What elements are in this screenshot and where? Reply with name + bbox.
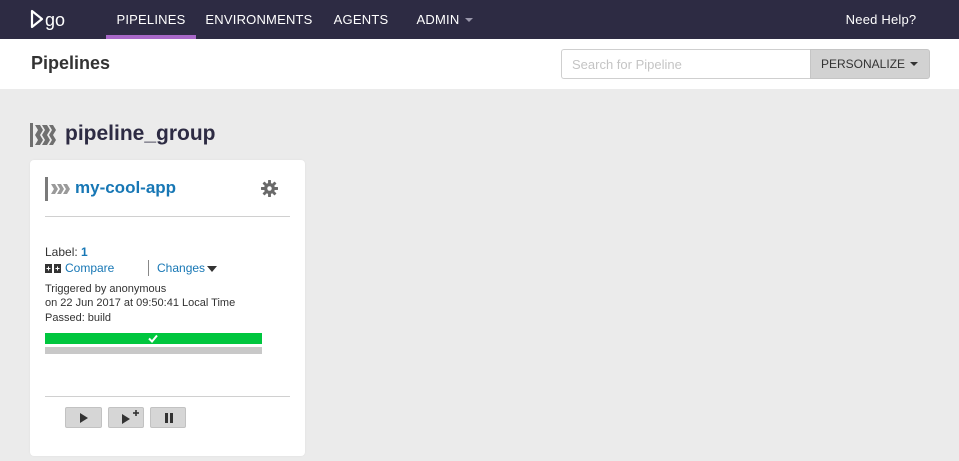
- pipeline-group-title: pipeline_group: [65, 122, 216, 145]
- page-header: Pipelines PERSONALIZE: [0, 39, 959, 89]
- link-separator: [148, 260, 149, 276]
- nav-tab-label: PIPELINES: [116, 12, 186, 27]
- search-pipeline-input[interactable]: [561, 49, 811, 79]
- go-logo-icon[interactable]: go: [30, 7, 76, 31]
- stage-build-passed-bar[interactable]: [45, 333, 262, 344]
- pipeline-name-link[interactable]: my-cool-app: [75, 178, 176, 198]
- nav-tab-label: AGENTS: [333, 12, 389, 27]
- card-divider: [45, 216, 290, 217]
- pause-button[interactable]: [150, 407, 186, 428]
- personalize-button[interactable]: PERSONALIZE: [810, 49, 930, 79]
- nav-tab-environments[interactable]: ENVIRONMENTS: [200, 0, 318, 39]
- stage-status-text: Passed: build: [45, 312, 112, 324]
- nav-tab-label: ADMIN: [416, 12, 460, 27]
- top-nav: go PIPELINES ENVIRONMENTS AGENTS ADMIN N…: [0, 0, 959, 39]
- card-divider: [45, 396, 290, 397]
- nav-tab-agents[interactable]: AGENTS: [326, 0, 396, 39]
- checkmark-icon: [148, 334, 158, 343]
- chevron-down-icon: [910, 62, 918, 66]
- pipeline-group-icon: [30, 123, 56, 147]
- stage-progress-track: [45, 347, 262, 354]
- need-help-link[interactable]: Need Help?: [838, 0, 924, 39]
- play-icon: [80, 413, 88, 423]
- nav-tab-pipelines[interactable]: PIPELINES: [106, 0, 196, 39]
- label-prefix: Label:: [45, 245, 78, 259]
- chevron-down-icon[interactable]: [207, 266, 217, 272]
- play-with-options-icon: [122, 410, 139, 424]
- personalize-label: PERSONALIZE: [821, 57, 906, 71]
- pipeline-icon: [45, 177, 70, 201]
- changes-link[interactable]: Changes: [157, 261, 205, 275]
- gear-icon[interactable]: [261, 180, 278, 197]
- pipeline-label: Label: 1: [45, 245, 88, 259]
- compare-link[interactable]: Compare: [65, 261, 114, 275]
- logo-text: go: [45, 10, 65, 30]
- triggered-time-text: on 22 Jun 2017 at 09:50:41 Local Time: [45, 297, 236, 309]
- page-title: Pipelines: [31, 53, 111, 73]
- trigger-with-options-button[interactable]: [108, 407, 144, 428]
- label-value-link[interactable]: 1: [81, 245, 88, 259]
- pipeline-card: my-cool-app Label: 1 Compare Changes Tri…: [30, 160, 305, 456]
- nav-tab-label: ENVIRONMENTS: [205, 12, 313, 27]
- chevron-down-icon: [465, 17, 474, 22]
- pause-icon: [165, 413, 173, 423]
- nav-tab-admin[interactable]: ADMIN: [405, 0, 485, 39]
- triggered-by-text: Triggered by anonymous: [45, 283, 167, 295]
- need-help-label: Need Help?: [845, 12, 917, 27]
- compare-icon[interactable]: [45, 264, 61, 273]
- trigger-button[interactable]: [65, 407, 102, 428]
